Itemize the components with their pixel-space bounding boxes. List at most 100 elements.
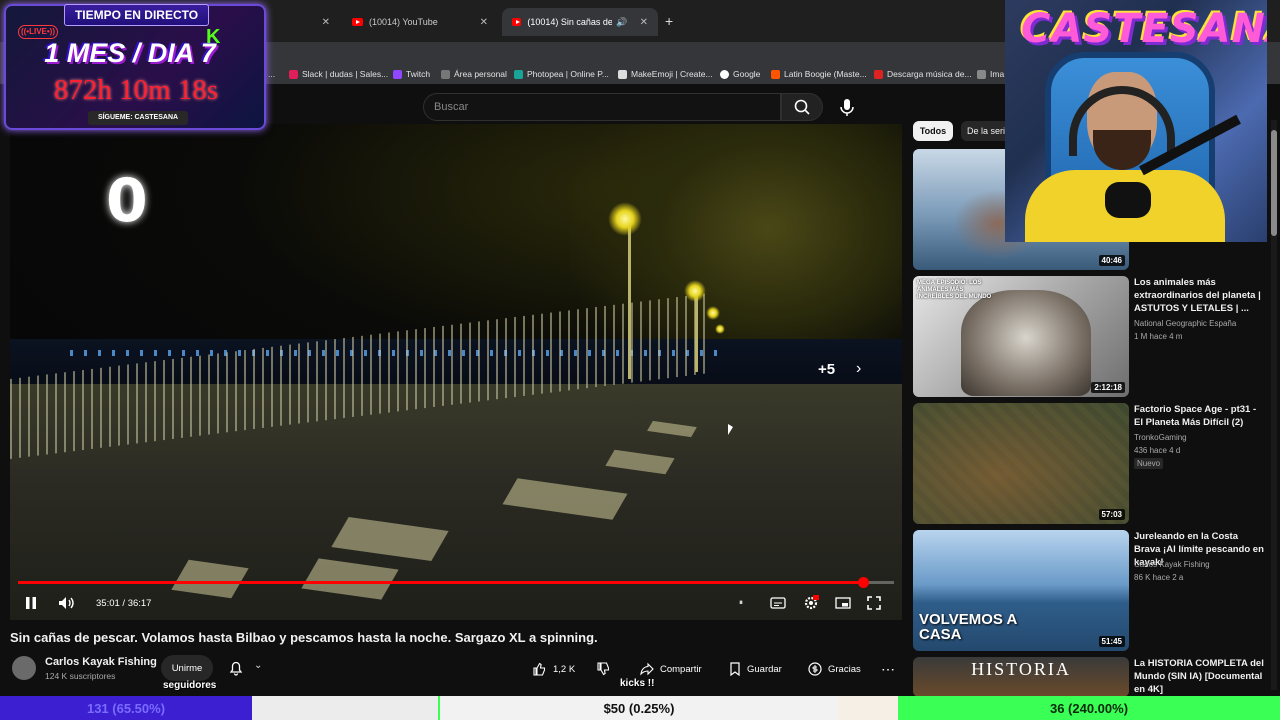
- bookmark-icon: [730, 662, 740, 676]
- list-item[interactable]: HISTORIA La HISTORIA COMPLETA del Mundo …: [913, 657, 1273, 697]
- chip-todos[interactable]: Todos: [913, 121, 953, 141]
- duration-badge: 57:03: [1098, 509, 1125, 520]
- close-icon[interactable]: ✕: [640, 17, 648, 28]
- recommendation-channel[interactable]: National Geographic España: [1134, 319, 1236, 328]
- bookmark-photopea[interactable]: Photopea | Online P...: [514, 66, 609, 82]
- kicks-goal-bar: $50 (0.25%): [438, 696, 838, 720]
- chevron-right-icon[interactable]: ›: [856, 360, 861, 378]
- bookmark-area-personal[interactable]: Área personal: [441, 66, 507, 82]
- video-thumbnail[interactable]: VOLVEMOS A CASA 51:45: [913, 530, 1129, 651]
- tab-partial[interactable]: ✕: [266, 8, 340, 36]
- twitch-icon: [393, 69, 402, 79]
- chip-de-la-serie[interactable]: De la serie: [961, 121, 1011, 141]
- join-button[interactable]: Unirme: [161, 655, 213, 681]
- pause-icon: [26, 597, 36, 609]
- video-title: Sin cañas de pescar. Volamos hasta Bilba…: [10, 630, 598, 645]
- tab-current-video[interactable]: (10014) Sin cañas de pescar 🔊 ✕: [502, 8, 658, 36]
- thanks-button[interactable]: Gracias: [808, 656, 861, 682]
- save-button[interactable]: Guardar: [729, 656, 782, 682]
- like-count: 1,2 K: [553, 663, 576, 675]
- fullscreen-button[interactable]: [867, 593, 881, 613]
- miniplayer-icon: [835, 597, 851, 609]
- recommendation-title[interactable]: Factorio Space Age - pt31 - El Planeta M…: [1134, 403, 1264, 429]
- photopea-icon: [514, 69, 523, 79]
- thumbnail-text: HISTORIA: [971, 659, 1071, 679]
- miniplayer-button[interactable]: [835, 593, 851, 613]
- scrollbar-thumb[interactable]: [1271, 130, 1277, 236]
- settings-button[interactable]: [803, 593, 819, 613]
- close-icon[interactable]: ✕: [322, 17, 330, 28]
- goal-separator: [838, 696, 898, 720]
- followers-goal-remaining: [252, 696, 438, 720]
- mouse-cursor-icon: [728, 424, 733, 435]
- cat-icon: [618, 69, 627, 79]
- lamp-pole: [628, 219, 631, 379]
- street-lamp: [706, 306, 720, 320]
- like-button[interactable]: 1,2 K: [532, 656, 575, 682]
- share-icon: [640, 662, 654, 676]
- bookmark-twitch[interactable]: Twitch: [393, 66, 430, 82]
- bookmark-makeemoji[interactable]: MakeEmoji | Create...: [618, 66, 713, 82]
- gear-icon: [804, 595, 819, 610]
- duration-badge: 2:12:18: [1091, 382, 1125, 393]
- dislike-button[interactable]: [596, 656, 610, 682]
- new-tab-icon[interactable]: +: [665, 13, 673, 29]
- bookmark-slack[interactable]: Slack | dudas | Sales...: [289, 66, 388, 82]
- tab-label: (10014) YouTube: [369, 17, 438, 27]
- bookmark-descarga-musica[interactable]: Descarga música de...: [874, 66, 972, 82]
- avatar[interactable]: [12, 656, 36, 680]
- video-player[interactable]: 0 +5 › 35:01 / 36:17 ⏸: [10, 124, 902, 620]
- skip-forward-label[interactable]: +5: [818, 361, 835, 378]
- speaker-icon[interactable]: 🔊: [616, 17, 627, 28]
- subtitles-button[interactable]: [770, 593, 786, 613]
- recommendation-meta: 86 K hace 2 a: [1134, 573, 1184, 582]
- voice-search-button[interactable]: [833, 93, 861, 121]
- feather-icon: [441, 69, 450, 79]
- follow-banner: SÍGUEME: CASTESANA: [88, 111, 188, 125]
- pause-button[interactable]: [24, 593, 38, 613]
- tab-youtube-home[interactable]: (10014) YouTube ✕: [342, 8, 498, 36]
- subscriber-count: 124 K suscriptores: [45, 671, 116, 681]
- street-lamp: [684, 280, 706, 302]
- video-overlay-number: 0: [106, 166, 148, 236]
- stream-timer: 872h 10m 18s: [53, 74, 219, 106]
- chevron-down-icon[interactable]: ⌄: [254, 660, 262, 671]
- notifications-bell-icon[interactable]: [228, 660, 244, 676]
- microphone-icon: [1105, 182, 1151, 218]
- bookmark-ima[interactable]: Ima: [977, 66, 1004, 82]
- volume-button[interactable]: [58, 593, 76, 613]
- live-badge: ((•LIVE•)): [18, 25, 58, 39]
- goal-bars: 131 (65.50%) $50 (0.25%) 36 (240.00%): [0, 696, 1280, 720]
- stream-day-counter: 1 MES / DIA 7: [44, 38, 216, 68]
- video-thumbnail[interactable]: MEGA EPISODIO: LOS ANIMALES MÁS INCREÍBL…: [913, 276, 1129, 397]
- list-item[interactable]: VOLVEMOS A CASA 51:45 Jureleando en la C…: [913, 530, 1273, 652]
- soundcloud-icon: [771, 69, 780, 79]
- google-icon: [720, 69, 729, 79]
- more-options-icon[interactable]: ⋯: [881, 656, 895, 682]
- bookmark-partial[interactable]: ...: [268, 66, 275, 82]
- tab-label: (10014) Sin cañas de pescar: [527, 17, 613, 27]
- close-icon[interactable]: ✕: [480, 17, 488, 28]
- recommendation-meta: 436 hace 4 d: [1134, 446, 1181, 455]
- search-button[interactable]: [781, 93, 823, 121]
- bookmark-google[interactable]: Google: [720, 66, 760, 82]
- video-thumbnail[interactable]: HISTORIA: [913, 657, 1129, 697]
- duration-badge: 51:45: [1098, 636, 1125, 647]
- video-thumbnail[interactable]: 57:03: [913, 403, 1129, 524]
- wolf-image: [961, 290, 1091, 396]
- search-input[interactable]: Buscar: [423, 93, 781, 121]
- recommendation-channel[interactable]: Carlos Kayak Fishing: [1134, 560, 1210, 569]
- bookmark-latin-boogie[interactable]: Latin Boogie (Maste...: [771, 66, 867, 82]
- autoplay-toggle[interactable]: ⏸: [739, 593, 743, 613]
- slack-icon: [289, 69, 298, 79]
- recommendation-title[interactable]: La HISTORIA COMPLETA del Mundo (SIN IA) …: [1134, 657, 1264, 696]
- duration-badge: 40:46: [1098, 255, 1125, 266]
- time-display: 35:01 / 36:17: [96, 597, 152, 609]
- kicks-goal-label: kicks !!: [620, 678, 655, 689]
- recommendation-channel[interactable]: TronkoGaming: [1134, 433, 1187, 442]
- list-item[interactable]: MEGA EPISODIO: LOS ANIMALES MÁS INCREÍBL…: [913, 276, 1273, 398]
- progress-bar-played: [18, 581, 864, 584]
- list-item[interactable]: 57:03 Factorio Space Age - pt31 - El Pla…: [913, 403, 1273, 525]
- channel-name[interactable]: Carlos Kayak Fishing: [45, 656, 157, 668]
- recommendation-title[interactable]: Los animales más extraordinarios del pla…: [1134, 276, 1264, 315]
